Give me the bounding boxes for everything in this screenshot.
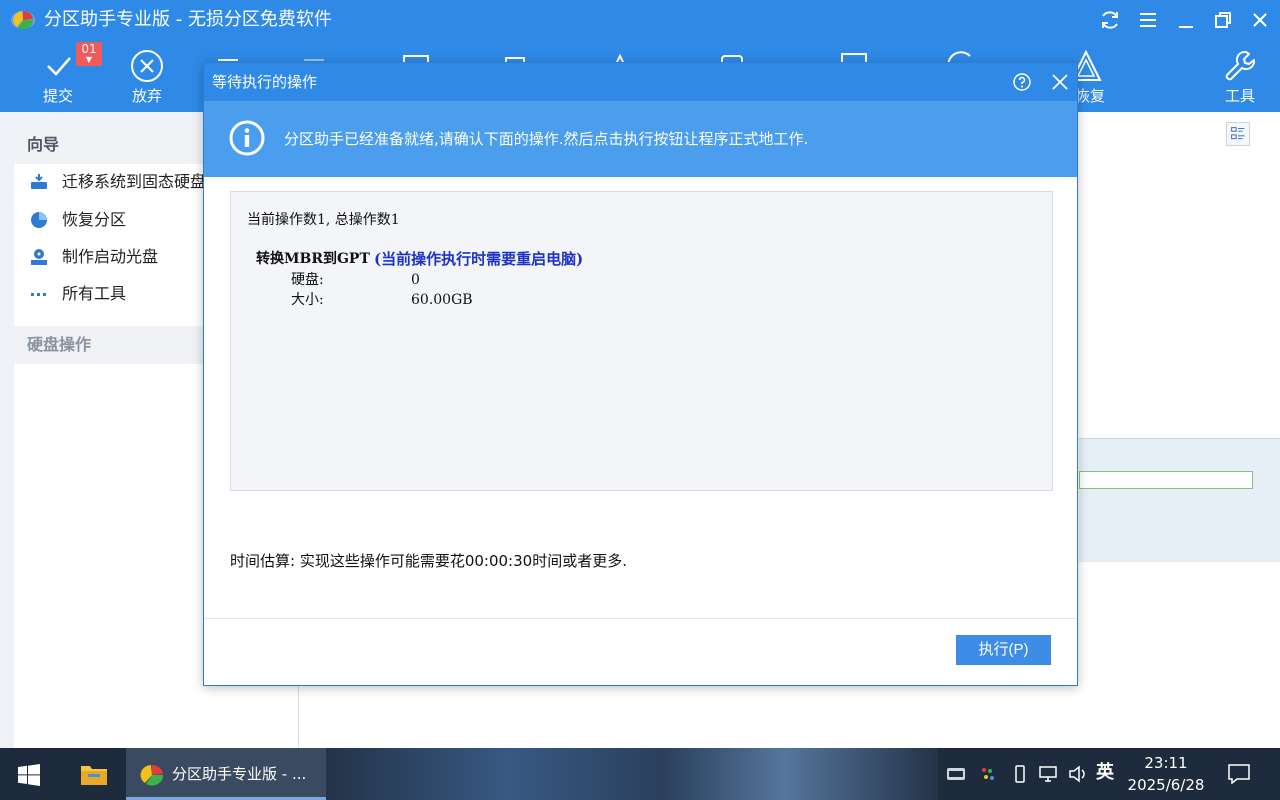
wrench-icon <box>1225 50 1256 81</box>
close-dialog-icon[interactable] <box>1050 72 1070 92</box>
commit-label: 提交 <box>42 87 73 105</box>
usb-tray-icon[interactable] <box>1010 764 1030 784</box>
sidebar-item-label: 恢复分区 <box>62 210 127 229</box>
app-title: 分区助手专业版 - 无损分区免费软件 <box>44 9 332 30</box>
menu-icon[interactable] <box>1136 8 1160 32</box>
file-explorer-icon[interactable] <box>80 762 108 786</box>
maximize-icon[interactable] <box>1211 8 1235 32</box>
notification-icon[interactable] <box>1228 764 1250 784</box>
help-icon[interactable] <box>1012 72 1032 92</box>
partition-bar[interactable] <box>1079 471 1253 489</box>
discard-label: 放弃 <box>131 87 162 105</box>
volume-tray-icon[interactable] <box>1068 764 1088 784</box>
clock-date: 2025/6/28 <box>1127 776 1205 794</box>
taskbar-background <box>326 748 938 800</box>
tools-button[interactable]: 工具 <box>1208 40 1272 112</box>
app-window: 分区助手专业版 - 无损分区免费软件 提交 01 ▼ 放弃 恢复 工具 向导 迁… <box>0 0 1280 748</box>
close-window-icon[interactable] <box>1248 8 1272 32</box>
disk-value: 0 <box>411 272 420 288</box>
pie-recover-icon <box>31 212 47 228</box>
color-dots-tray-icon[interactable] <box>978 764 998 784</box>
input-method-indicator[interactable]: 英 <box>1096 762 1114 784</box>
refresh-icon[interactable] <box>1098 8 1122 32</box>
title-bar: 分区助手专业版 - 无损分区免费软件 <box>0 0 1280 40</box>
windows-start-icon[interactable] <box>18 764 40 786</box>
disk-migrate-icon <box>31 174 47 189</box>
pending-operations-dialog: 等待执行的操作 分区助手已经准备就绪,请确认下面的操作.然后点击执行按钮让程序正… <box>203 62 1078 686</box>
discard-button[interactable]: 放弃 <box>115 40 179 112</box>
taskbar: 分区助手专业版 - ... 英 23:11 2025/6/28 <box>0 748 1280 800</box>
discard-circle-x-icon <box>131 50 163 82</box>
operation-list: 当前操作数1, 总操作数1 转换MBR到GPT (当前操作执行时需要重启电脑) … <box>230 191 1053 491</box>
size-label: 大小: <box>291 292 324 308</box>
system-clock[interactable]: 23:11 2025/6/28 <box>1124 752 1208 796</box>
time-estimate: 时间估算: 实现这些操作可能需要花00:00:30时间或者更多. <box>230 552 627 570</box>
tools-label: 工具 <box>1224 87 1255 105</box>
pending-count-badge: 01 ▼ <box>76 42 102 66</box>
sidebar-item-label: 制作启动光盘 <box>62 247 159 266</box>
operation-count: 当前操作数1, 总操作数1 <box>247 212 400 228</box>
app-logo-icon <box>11 10 35 30</box>
network-tray-icon[interactable] <box>1038 764 1058 784</box>
view-toggle-icon[interactable] <box>1226 122 1250 146</box>
app-logo-icon <box>140 764 164 786</box>
info-icon <box>229 120 265 156</box>
more-dots-icon <box>31 293 46 296</box>
disk-label: 硬盘: <box>291 272 324 288</box>
pending-count-text: 01 <box>81 42 97 56</box>
operation-name: 转换MBR到GPT <box>256 251 370 267</box>
dialog-title-bar: 等待执行的操作 <box>204 63 1077 101</box>
dialog-separator <box>204 618 1077 619</box>
banner-message: 分区助手已经准备就绪,请确认下面的操作.然后点击执行按钮让程序正式地工作. <box>284 130 809 148</box>
restart-warning: (当前操作执行时需要重启电脑) <box>374 250 584 268</box>
taskbar-app-title: 分区助手专业版 - ... <box>172 765 307 783</box>
taskbar-app-button[interactable]: 分区助手专业版 - ... <box>126 748 326 800</box>
check-icon <box>47 57 71 76</box>
info-banner: 分区助手已经准备就绪,请确认下面的操作.然后点击执行按钮让程序正式地工作. <box>204 101 1077 177</box>
clock-time: 23:11 <box>1144 754 1188 772</box>
sidebar-item-label: 迁移系统到固态硬盘 <box>62 172 207 191</box>
disk-map-row[interactable] <box>1079 438 1280 562</box>
sidebar-item-label: 所有工具 <box>62 284 127 303</box>
minimize-icon[interactable] <box>1174 8 1198 32</box>
size-value: 60.00GB <box>411 292 473 308</box>
dialog-title: 等待执行的操作 <box>212 73 318 91</box>
execute-button[interactable]: 执行(P) <box>956 635 1051 665</box>
badge-arrow-icon: ▼ <box>85 55 93 64</box>
vmware-tray-icon[interactable] <box>946 764 966 784</box>
bootable-disc-icon <box>31 249 47 265</box>
